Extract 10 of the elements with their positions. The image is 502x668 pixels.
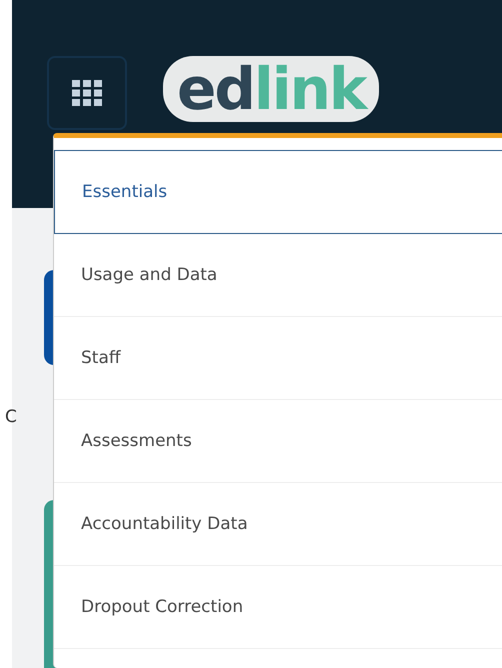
menu-item[interactable]: Assessments bbox=[54, 400, 502, 483]
heading-text: C bbox=[5, 407, 17, 427]
grid-icon bbox=[72, 80, 102, 106]
menu-item[interactable]: Accountability Data bbox=[54, 483, 502, 566]
menu-item[interactable]: Usage and Data bbox=[54, 234, 502, 317]
menu-item[interactable]: Essentials bbox=[54, 150, 502, 234]
logo: edlink bbox=[163, 56, 380, 122]
apps-menu-button[interactable] bbox=[47, 56, 127, 130]
menu-item[interactable]: Staff bbox=[54, 317, 502, 400]
menu-item[interactable]: Dropout Correction bbox=[54, 566, 502, 649]
